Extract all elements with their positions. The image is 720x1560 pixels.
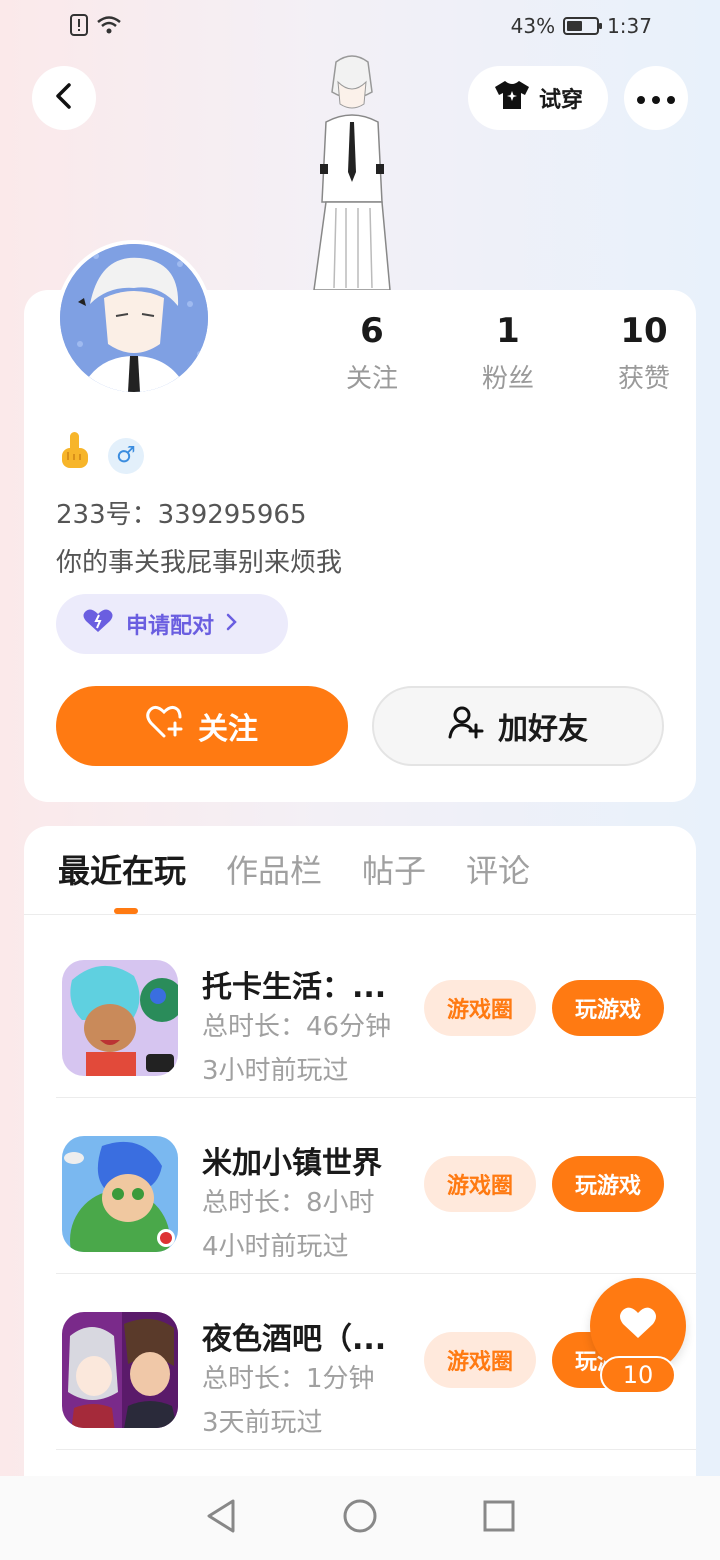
game-title: 米加小镇世界: [202, 1146, 382, 1181]
divider: [24, 914, 696, 915]
game-duration: 总时长：8小时: [202, 1188, 375, 1218]
game-last-played: 4小时前玩过: [202, 1232, 349, 1262]
status-bar: 43% 1:37: [0, 0, 720, 56]
stat-label: 粉丝: [481, 364, 534, 394]
badges-row: ♂: [58, 430, 144, 481]
chevron-left-icon: [53, 83, 75, 113]
add-user-icon: [448, 705, 484, 747]
pointing-hand-icon: [58, 430, 92, 481]
follow-button[interactable]: 关注: [56, 686, 348, 766]
game-circle-button[interactable]: 游戏圈: [424, 1156, 536, 1212]
pair-label: 申请配对: [126, 614, 215, 639]
game-last-played: 3天前玩过: [202, 1408, 323, 1438]
game-icon: [62, 960, 178, 1076]
game-circle-button[interactable]: 游戏圈: [424, 1332, 536, 1388]
user-bio: 你的事关我屁事别来烦我: [56, 548, 343, 578]
heart-icon: [619, 1306, 657, 1344]
back-button[interactable]: [32, 66, 96, 130]
user-avatar[interactable]: [56, 240, 212, 396]
add-friend-button[interactable]: 加好友: [372, 686, 664, 766]
more-options-button[interactable]: [624, 66, 688, 130]
heart-plus-icon: [146, 705, 184, 747]
game-duration: 总时长：46分钟: [202, 1012, 392, 1042]
stat-following[interactable]: 6 关注: [304, 310, 440, 395]
home-circle-icon[interactable]: [343, 1499, 377, 1537]
battery-percent: 43%: [510, 14, 556, 38]
chevron-right-icon: [226, 612, 238, 637]
recent-games-card: 最近在玩 作品栏 帖子 评论 托卡生活：... 总时长：46分钟 3小时前玩过 …: [24, 826, 696, 1506]
stats-row: 6 关注 1 粉丝 10 获赞: [304, 310, 712, 395]
user-id: 233号：339295965: [56, 500, 307, 530]
heart-icon: [82, 608, 114, 640]
stat-number: 6: [360, 311, 384, 351]
game-row[interactable]: 米加小镇世界 总时长：8小时 4小时前玩过 游戏圈 玩游戏: [56, 1098, 696, 1274]
stat-label: 获赞: [617, 364, 670, 394]
tab-works[interactable]: 作品栏: [226, 850, 322, 892]
game-circle-button[interactable]: 游戏圈: [424, 980, 536, 1036]
follow-label: 关注: [198, 712, 258, 747]
game-last-played: 3小时前玩过: [202, 1056, 349, 1086]
wifi-icon: [96, 15, 122, 39]
stat-fans[interactable]: 1 粉丝: [440, 310, 576, 395]
avatar-figure: [296, 52, 408, 292]
battery-icon: [563, 17, 603, 35]
game-duration: 总时长：1分钟: [202, 1364, 375, 1394]
back-triangle-icon[interactable]: [205, 1499, 237, 1537]
game-title: 托卡生活：...: [202, 970, 387, 1005]
like-count: 10: [600, 1356, 676, 1394]
more-dots-icon: [637, 89, 675, 108]
game-title: 夜色酒吧（...: [202, 1322, 387, 1357]
tab-recently-played[interactable]: 最近在玩: [58, 850, 186, 892]
request-pair-button[interactable]: 申请配对: [56, 594, 288, 654]
play-game-button[interactable]: 玩游戏: [552, 1156, 664, 1212]
stat-likes[interactable]: 10 获赞: [576, 310, 712, 395]
stat-number: 10: [620, 311, 668, 351]
play-game-button[interactable]: 玩游戏: [552, 980, 664, 1036]
try-on-label: 试穿: [538, 88, 583, 113]
stat-number: 1: [496, 311, 520, 351]
game-icon: [62, 1312, 178, 1428]
shirt-icon: [493, 79, 531, 117]
try-on-button[interactable]: 试穿: [468, 66, 608, 130]
game-row[interactable]: 托卡生活：... 总时长：46分钟 3小时前玩过 游戏圈 玩游戏: [56, 922, 696, 1098]
alert-icon: [70, 14, 88, 40]
tab-comments[interactable]: 评论: [466, 850, 530, 892]
tab-bar: 最近在玩 作品栏 帖子 评论: [58, 850, 530, 892]
add-friend-label: 加好友: [498, 712, 588, 747]
system-nav-bar: [0, 1476, 720, 1560]
tab-posts[interactable]: 帖子: [362, 850, 426, 892]
recents-square-icon[interactable]: [483, 1500, 515, 1536]
stat-label: 关注: [345, 364, 398, 394]
male-gender-icon: ♂: [108, 437, 144, 474]
clock: 1:37: [607, 14, 652, 38]
divider: [56, 1449, 696, 1450]
game-icon: [62, 1136, 178, 1252]
